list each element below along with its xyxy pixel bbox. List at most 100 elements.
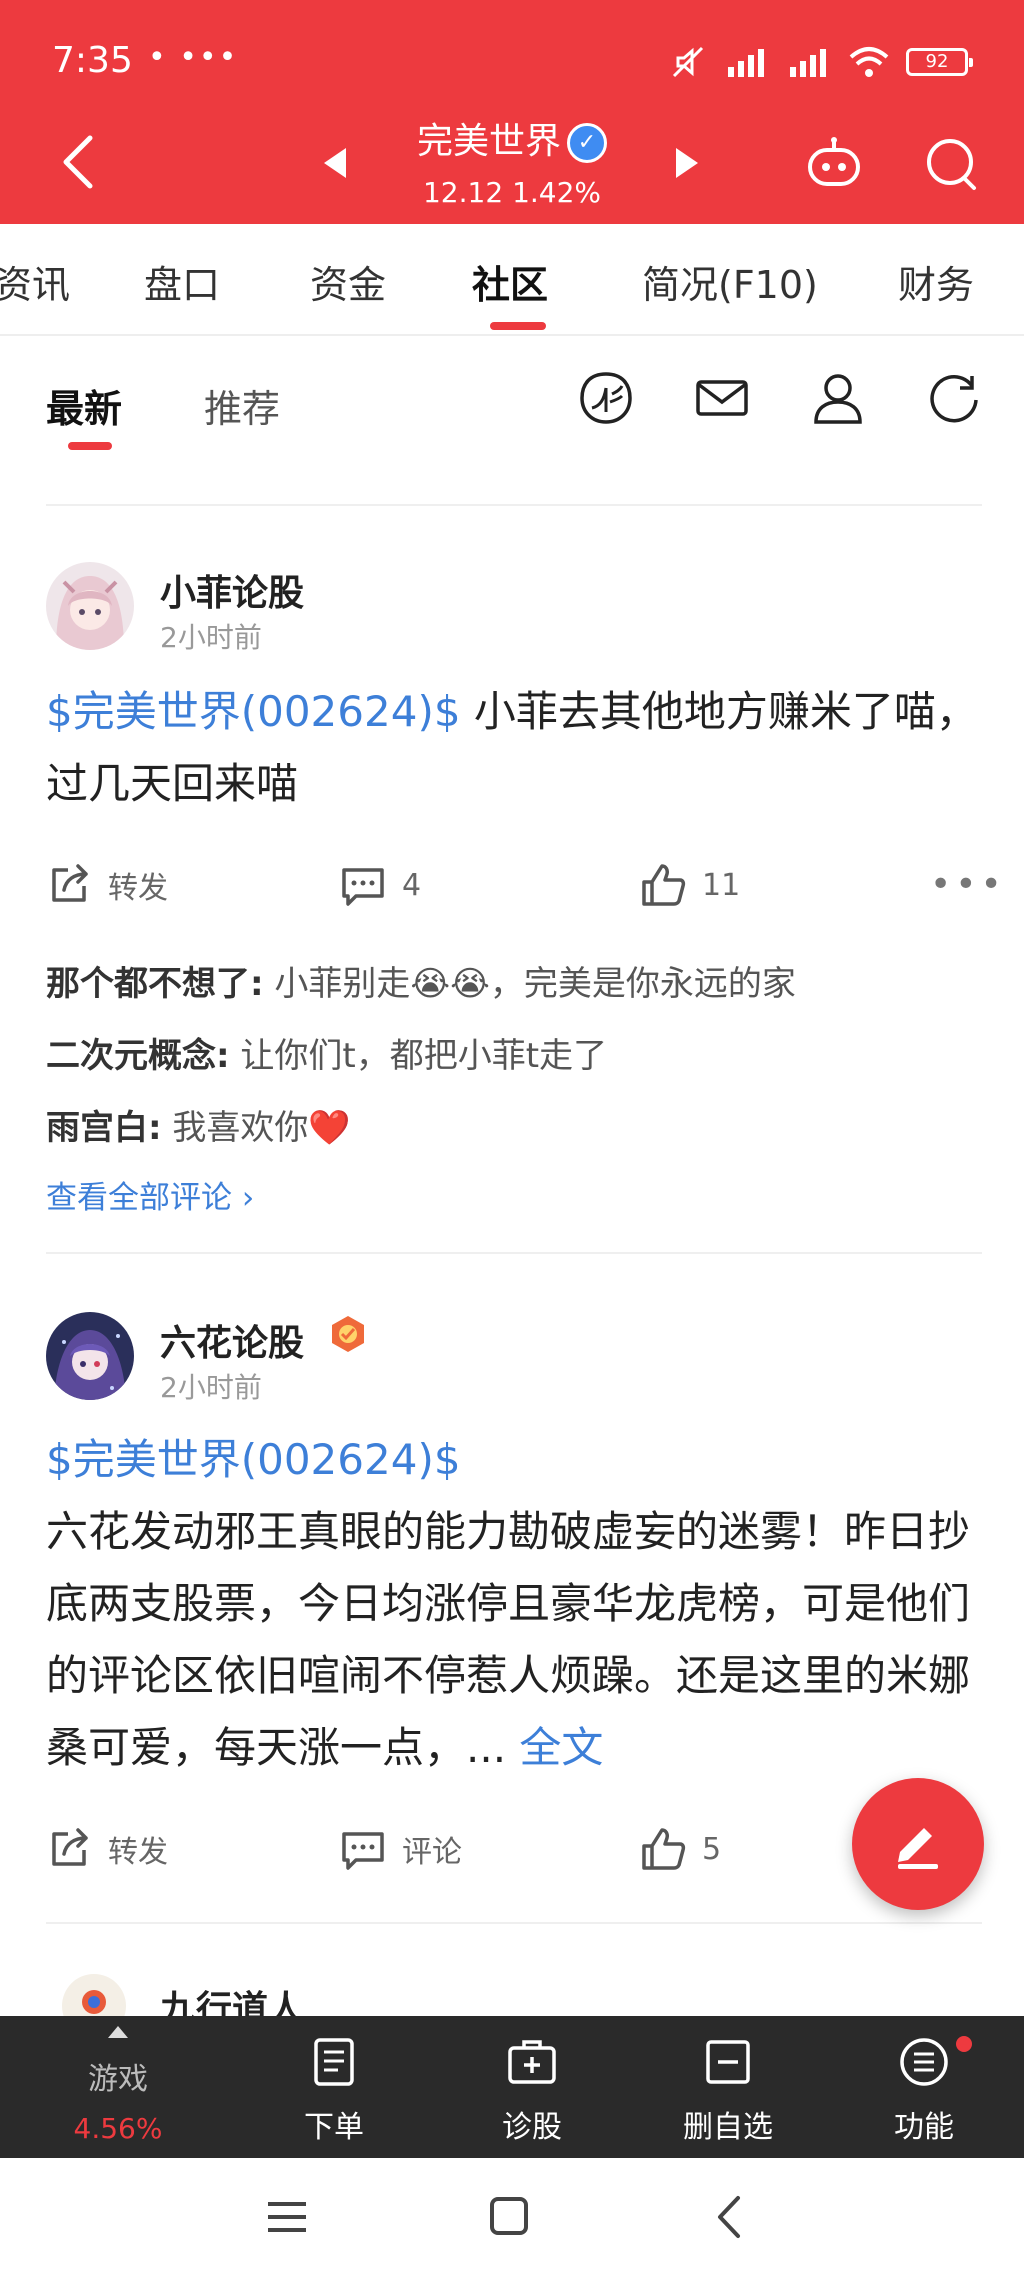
sector-label[interactable]: 游戏: [60, 2054, 176, 2098]
comment-button[interactable]: 评论: [340, 1826, 462, 1872]
search-icon[interactable]: [924, 136, 978, 192]
repost-button[interactable]: 转发: [46, 1826, 168, 1872]
order-doc-icon: [314, 2038, 354, 2086]
status-notification-dots: • •••: [148, 40, 239, 75]
stock-tag-link[interactable]: $完美世界(002624)$: [46, 1424, 986, 1496]
share-icon: [52, 1828, 88, 1866]
subtab-latest[interactable]: 最新: [46, 378, 122, 433]
tab-market-depth[interactable]: 盘口: [144, 254, 220, 309]
comment-icon: [342, 1832, 384, 1870]
active-tab-indicator: [490, 322, 546, 330]
order-label: 下单: [304, 2110, 364, 2145]
share-icon: [52, 864, 88, 902]
repost-label: 转发: [108, 871, 168, 906]
user-icon[interactable]: [810, 370, 866, 426]
pen-icon: [898, 1828, 938, 1869]
back-icon[interactable]: [706, 2194, 756, 2240]
diagnose-icon: [508, 2040, 556, 2084]
post-author[interactable]: 六花论股: [160, 1314, 304, 1366]
tab-f10-overview[interactable]: 简况(F10): [642, 254, 818, 309]
mute-icon: [672, 46, 704, 78]
wifi-icon: [849, 47, 889, 77]
comment-text: 让你们t，都把小菲t走了: [229, 1036, 608, 1076]
more-options-icon[interactable]: •••: [930, 864, 1006, 905]
battery-indicator: 92: [906, 48, 973, 76]
recent-apps-icon[interactable]: [262, 2194, 312, 2240]
compose-post-button[interactable]: [852, 1778, 984, 1910]
functions-label: 功能: [894, 2110, 954, 2145]
tab-finance[interactable]: 财务: [898, 254, 974, 309]
leaf-badge-icon[interactable]: [578, 370, 634, 426]
remove-watchlist-icon: [706, 2040, 750, 2084]
diagnose-button[interactable]: 诊股: [432, 2016, 632, 2158]
menu-circle-icon: [900, 2038, 948, 2086]
stock-change-pct: 1.42%: [512, 176, 602, 209]
comment-text: 我喜欢你❤️: [161, 1108, 351, 1148]
functions-button[interactable]: 功能: [824, 2016, 1024, 2158]
view-all-comments-link[interactable]: 查看全部评论 ›: [46, 1172, 254, 1217]
sector-change-pct: 4.56%: [73, 2112, 163, 2145]
refresh-icon[interactable]: [926, 370, 982, 426]
divider: [46, 504, 982, 506]
avatar[interactable]: [46, 562, 134, 650]
avatar[interactable]: [46, 1312, 134, 1400]
signal-icon-2: [790, 49, 826, 77]
thumbs-up-icon: [642, 1828, 686, 1870]
mail-icon[interactable]: [694, 370, 750, 426]
thumbs-up-icon: [642, 864, 686, 906]
stock-name: 完美世界: [416, 121, 561, 162]
anime-mage-avatar-icon: [46, 1312, 134, 1400]
comment-icon: [342, 868, 384, 906]
repost-label: 转发: [108, 1835, 168, 1870]
comment-label: 评论: [402, 1835, 462, 1870]
divider: [46, 1252, 982, 1254]
anime-girl-avatar-icon: [46, 562, 134, 650]
signal-icon: [728, 49, 764, 77]
like-button[interactable]: 11: [640, 862, 740, 908]
header-bar: 7:35 • ••• 92 完美世界 ✓ 12.12 1.42%: [0, 0, 1024, 224]
full-text-link[interactable]: 全文: [519, 1723, 603, 1772]
system-navigation-bar: [0, 2158, 1024, 2275]
diagnose-label: 诊股: [502, 2110, 562, 2145]
comment-preview[interactable]: 二次元概念: 让你们t，都把小菲t走了: [46, 1028, 607, 1077]
comment-button[interactable]: 4: [340, 862, 421, 908]
like-count: 11: [702, 867, 741, 903]
expand-up-icon[interactable]: [106, 2024, 130, 2040]
repost-button[interactable]: 转发: [46, 862, 168, 908]
tab-community[interactable]: 社区: [472, 254, 548, 309]
subtab-recommended[interactable]: 推荐: [204, 378, 280, 433]
stock-price: 12.12: [422, 176, 504, 209]
status-time: 7:35: [52, 40, 133, 81]
post-time: 2小时前: [160, 621, 262, 654]
stock-quote: 12.12 1.42%: [0, 176, 1024, 209]
stock-title[interactable]: 完美世界 ✓: [0, 112, 1024, 164]
robot-assistant-icon[interactable]: [806, 136, 862, 190]
commenter-name: 二次元概念:: [46, 1036, 230, 1076]
post-body[interactable]: $完美世界(002624)$ 六花发动邪王真眼的能力勘破虚妄的迷雾！昨日抄底两支股…: [46, 1424, 986, 1784]
post-author[interactable]: 小菲论股: [160, 564, 304, 616]
comment-count: 4: [402, 867, 422, 903]
remove-watchlist-label: 删自选: [683, 2110, 773, 2145]
achievement-badge-icon: [332, 1316, 364, 1352]
post-body[interactable]: $完美世界(002624)$ 小菲去其他地方赚米了喵，过几天回来喵: [46, 676, 986, 820]
home-icon[interactable]: [484, 2194, 534, 2240]
like-count: 5: [702, 1831, 722, 1867]
stock-tag-link[interactable]: $完美世界(002624)$: [46, 687, 461, 736]
post-text: 六花发动邪王真眼的能力勘破虚妄的迷雾！昨日抄底两支股票，今日均涨停且豪华龙虎榜，…: [46, 1507, 971, 1772]
active-subtab-indicator: [68, 442, 112, 450]
main-tab-bar: 资讯 盘口 资金 社区 简况(F10) 财务: [0, 224, 1024, 336]
divider: [46, 1922, 982, 1924]
tab-capital[interactable]: 资金: [310, 254, 386, 309]
post-time: 2小时前: [160, 1371, 262, 1404]
remove-watchlist-button[interactable]: 删自选: [628, 2016, 828, 2158]
commenter-name: 那个都不想了:: [46, 964, 264, 1004]
tab-news[interactable]: 资讯: [0, 254, 70, 309]
notification-dot: [956, 2036, 972, 2052]
commenter-name: 雨宫白:: [46, 1108, 162, 1148]
like-button[interactable]: 5: [640, 1826, 721, 1872]
comment-preview[interactable]: 那个都不想了: 小菲别走😭😭，完美是你永远的家: [46, 956, 796, 1005]
comment-preview[interactable]: 雨宫白: 我喜欢你❤️: [46, 1100, 351, 1149]
comment-text: 小菲别走😭😭，完美是你永远的家: [263, 964, 796, 1004]
status-icons: 92: [668, 44, 973, 80]
order-button[interactable]: 下单: [234, 2016, 434, 2158]
